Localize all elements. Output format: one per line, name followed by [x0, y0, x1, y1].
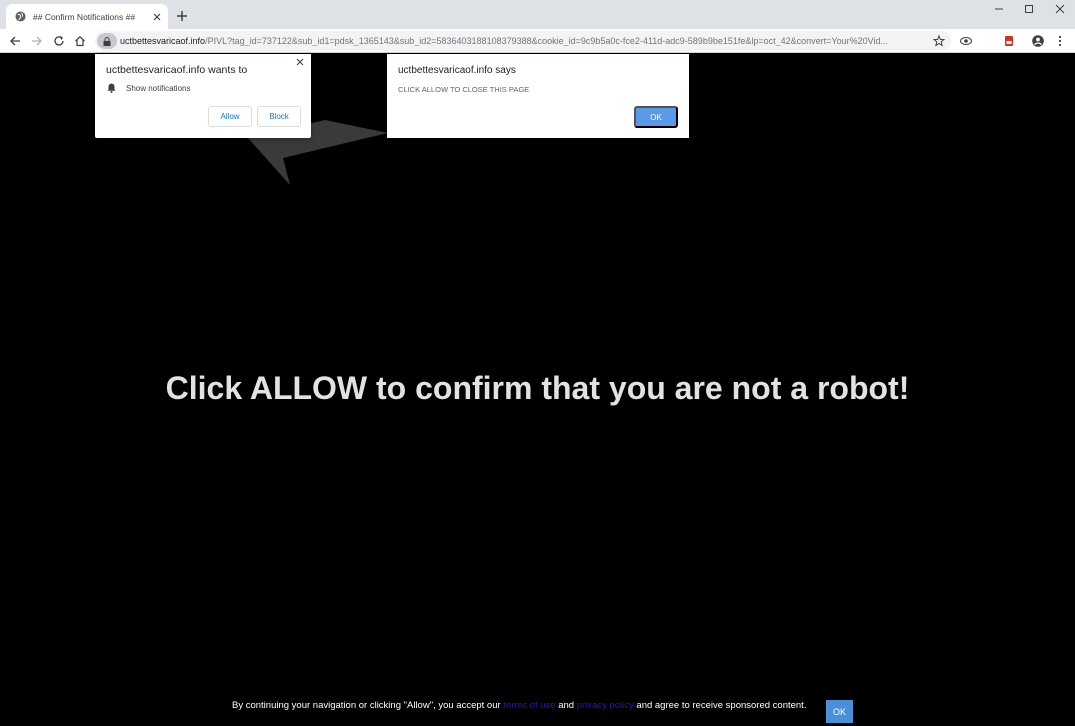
browser-tab[interactable]: ## Confirm Notifications ##: [6, 4, 168, 29]
url-text: uctbettesvaricaof.info/PIVL?tag_id=73712…: [120, 36, 920, 46]
footer-text-part-1: By continuing your navigation or clickin…: [232, 700, 504, 711]
reload-icon[interactable]: [53, 35, 65, 47]
globe-icon: [15, 11, 26, 22]
close-icon[interactable]: [296, 58, 304, 66]
footer-text-part-2: and: [555, 700, 577, 711]
privacy-policy-link[interactable]: privacy policy: [577, 700, 634, 711]
terms-of-use-link[interactable]: terms of use: [503, 700, 555, 711]
block-button[interactable]: Block: [257, 106, 301, 127]
footer-text-part-3: and agree to receive sponsored content.: [633, 700, 807, 711]
extension-eye-icon[interactable]: [960, 35, 972, 47]
notification-permission-popup: uctbettesvaricaof.info wants to Show not…: [95, 54, 311, 138]
permission-row: Show notifications: [107, 83, 190, 93]
lock-icon[interactable]: [97, 33, 117, 49]
back-icon[interactable]: [9, 35, 21, 47]
new-tab-icon[interactable]: [176, 10, 188, 22]
alert-dialog: uctbettesvaricaof.info says CLICK ALLOW …: [387, 54, 689, 138]
page-body: Click ALLOW to confirm that you are not …: [0, 54, 1075, 726]
alert-title: uctbettesvaricaof.info says: [398, 65, 516, 76]
menu-kebab-icon[interactable]: [1054, 35, 1066, 47]
tab-close-icon[interactable]: [152, 12, 162, 22]
alert-message: CLICK ALLOW TO CLOSE THIS PAGE: [398, 85, 530, 94]
home-icon[interactable]: [74, 35, 86, 47]
extension-pdf-icon[interactable]: [1003, 35, 1015, 47]
profile-avatar-icon[interactable]: [1032, 35, 1044, 47]
forward-icon[interactable]: [31, 35, 43, 47]
address-bar[interactable]: uctbettesvaricaof.info/PIVL?tag_id=73712…: [95, 31, 951, 51]
url-path: /PIVL?tag_id=737122&sub_id1=pdsk_1365143…: [205, 36, 888, 46]
close-window-icon[interactable]: [1055, 4, 1065, 14]
bookmark-star-icon[interactable]: [933, 35, 945, 47]
alert-ok-button[interactable]: OK: [634, 106, 678, 128]
permission-title: uctbettesvaricaof.info wants to: [106, 64, 248, 76]
maximize-icon[interactable]: [1024, 4, 1034, 14]
footer-ok-button[interactable]: OK: [826, 700, 853, 723]
browser-toolbar: uctbettesvaricaof.info/PIVL?tag_id=73712…: [0, 29, 1075, 53]
url-host: uctbettesvaricaof.info: [120, 36, 206, 46]
bell-icon: [107, 83, 116, 93]
allow-button[interactable]: Allow: [208, 106, 252, 127]
page-headline: Click ALLOW to confirm that you are not …: [165, 370, 910, 406]
minimize-icon[interactable]: [994, 4, 1004, 14]
consent-footer-text: By continuing your navigation or clickin…: [232, 700, 806, 711]
permission-label: Show notifications: [126, 83, 191, 93]
tab-title: ## Confirm Notifications ##: [33, 11, 136, 22]
browser-title-bar: ## Confirm Notifications ##: [0, 0, 1075, 29]
